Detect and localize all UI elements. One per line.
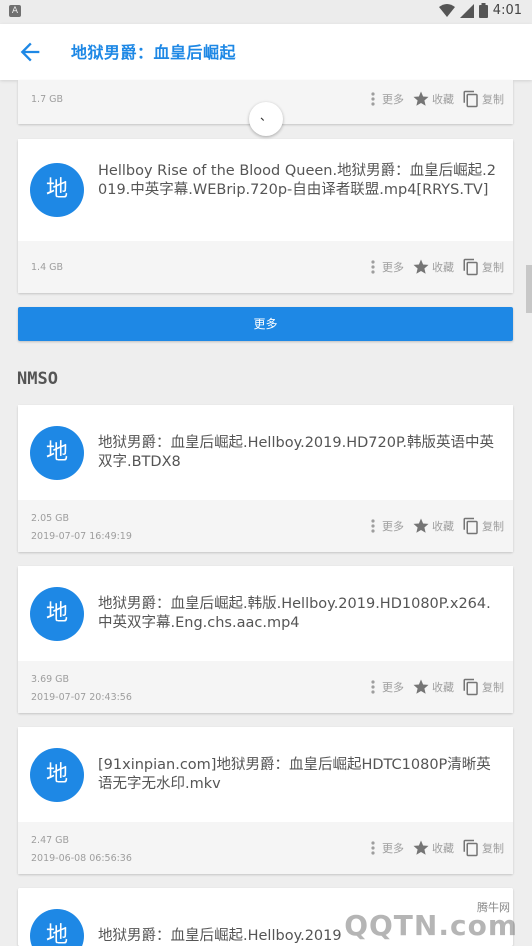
back-arrow-icon[interactable] (16, 38, 44, 66)
more-action[interactable]: 更多 (371, 840, 404, 856)
file-name: [91xinpian.com]地狱男爵：血皇后崛起HDTC1080P清晰英语无字… (98, 757, 491, 792)
load-more-button[interactable]: 更多 (18, 307, 513, 341)
copy-action-label: 复制 (482, 261, 504, 274)
copy-action[interactable]: 复制 (462, 839, 504, 857)
more-vert-icon (371, 519, 375, 533)
copy-action-label: 复制 (482, 681, 504, 694)
file-date: 2019-07-07 20:43:56 (31, 692, 132, 703)
more-action[interactable]: 更多 (371, 259, 404, 275)
card-actions: 更多 收藏 复制 (371, 517, 504, 535)
copy-icon (463, 839, 478, 857)
watermark: 腾牛网 QQTN.com (318, 895, 518, 943)
file-card[interactable]: 地 [91xinpian.com]地狱男爵：血皇后崛起HDTC1080P清晰英语… (18, 727, 513, 874)
file-name: 地狱男爵：血皇后崛起.韩版.Hellboy.2019.HD1080P.x264.… (98, 596, 491, 631)
file-card[interactable]: 地 Hellboy Rise of the Blood Queen.地狱男爵：血… (18, 139, 513, 293)
more-action[interactable]: 更多 (371, 679, 404, 695)
more-action-label: 更多 (382, 520, 404, 533)
file-date: 2019-07-07 16:49:19 (31, 531, 132, 542)
card-actions: 更多 收藏 复制 (371, 678, 504, 696)
copy-icon (463, 258, 478, 276)
more-vert-icon (371, 680, 375, 694)
status-bar: A 4:01 (0, 0, 532, 24)
favorite-action[interactable]: 收藏 (412, 258, 454, 276)
copy-action[interactable]: 复制 (462, 258, 504, 276)
file-date: 2019-06-08 06:56:36 (31, 853, 132, 864)
section-title: NMSO (17, 369, 58, 389)
scroll-top-button[interactable]: 、 (249, 102, 283, 136)
copy-icon (463, 90, 478, 108)
star-icon (413, 518, 429, 533)
notification-icon: A (9, 5, 21, 17)
favorite-action[interactable]: 收藏 (412, 517, 454, 535)
file-card[interactable]: 地 地狱男爵：血皇后崛起.韩版.Hellboy.2019.HD1080P.x26… (18, 566, 513, 713)
card-actions: 更多 收藏 复制 (371, 839, 504, 857)
star-icon (413, 91, 429, 106)
copy-action[interactable]: 复制 (462, 517, 504, 535)
page-title: 地狱男爵：血皇后崛起 (71, 43, 237, 62)
status-icons: 4:01 (438, 3, 522, 18)
copy-action-label: 复制 (482, 842, 504, 855)
more-vert-icon (371, 92, 375, 106)
favorite-action[interactable]: 收藏 (412, 90, 454, 108)
favorite-action-label: 收藏 (432, 842, 454, 855)
more-action[interactable]: 更多 (371, 518, 404, 534)
file-size: 3.69 GB (31, 674, 70, 685)
file-name: 地狱男爵：血皇后崛起.Hellboy.2019.HD720P.韩版英语中英双字.… (98, 435, 495, 470)
battery-icon (478, 3, 488, 18)
favorite-action-label: 收藏 (432, 261, 454, 274)
more-action-label: 更多 (382, 681, 404, 694)
star-icon (413, 840, 429, 855)
file-avatar: 地 (30, 426, 84, 480)
more-vert-icon (371, 260, 375, 274)
signal-icon (459, 3, 474, 18)
copy-action[interactable]: 复制 (462, 678, 504, 696)
favorite-action-label: 收藏 (432, 93, 454, 106)
file-avatar: 地 (30, 748, 84, 802)
star-icon (413, 679, 429, 694)
favorite-action-label: 收藏 (432, 681, 454, 694)
more-action[interactable]: 更多 (371, 91, 404, 107)
more-vert-icon (371, 841, 375, 855)
favorite-action[interactable]: 收藏 (412, 678, 454, 696)
copy-action-label: 复制 (482, 93, 504, 106)
card-actions: 更多 收藏 复制 (371, 258, 504, 276)
file-name: Hellboy Rise of the Blood Queen.地狱男爵：血皇后… (98, 163, 496, 198)
app-bar: 地狱男爵：血皇后崛起 (0, 24, 532, 80)
file-size: 2.05 GB (31, 513, 70, 524)
file-size: 1.7 GB (31, 94, 64, 105)
card-actions: 更多 收藏 复制 (371, 90, 504, 108)
file-avatar: 地 (30, 587, 84, 641)
file-avatar: 地 (30, 909, 84, 946)
more-action-label: 更多 (382, 261, 404, 274)
scrollbar[interactable] (526, 265, 532, 313)
star-icon (413, 259, 429, 274)
more-action-label: 更多 (382, 93, 404, 106)
copy-action[interactable]: 复制 (462, 90, 504, 108)
file-card[interactable]: 地 地狱男爵：血皇后崛起.Hellboy.2019.HD720P.韩版英语中英双… (18, 405, 513, 552)
file-size: 1.4 GB (31, 262, 64, 273)
status-time: 4:01 (492, 3, 522, 18)
more-action-label: 更多 (382, 842, 404, 855)
favorite-action[interactable]: 收藏 (412, 839, 454, 857)
copy-action-label: 复制 (482, 520, 504, 533)
file-size: 2.47 GB (31, 835, 70, 846)
file-avatar: 地 (30, 163, 84, 217)
wifi-icon (438, 3, 455, 17)
watermark-line2: QQTN.com (344, 909, 518, 942)
copy-icon (463, 517, 478, 535)
copy-icon (463, 678, 478, 696)
favorite-action-label: 收藏 (432, 520, 454, 533)
